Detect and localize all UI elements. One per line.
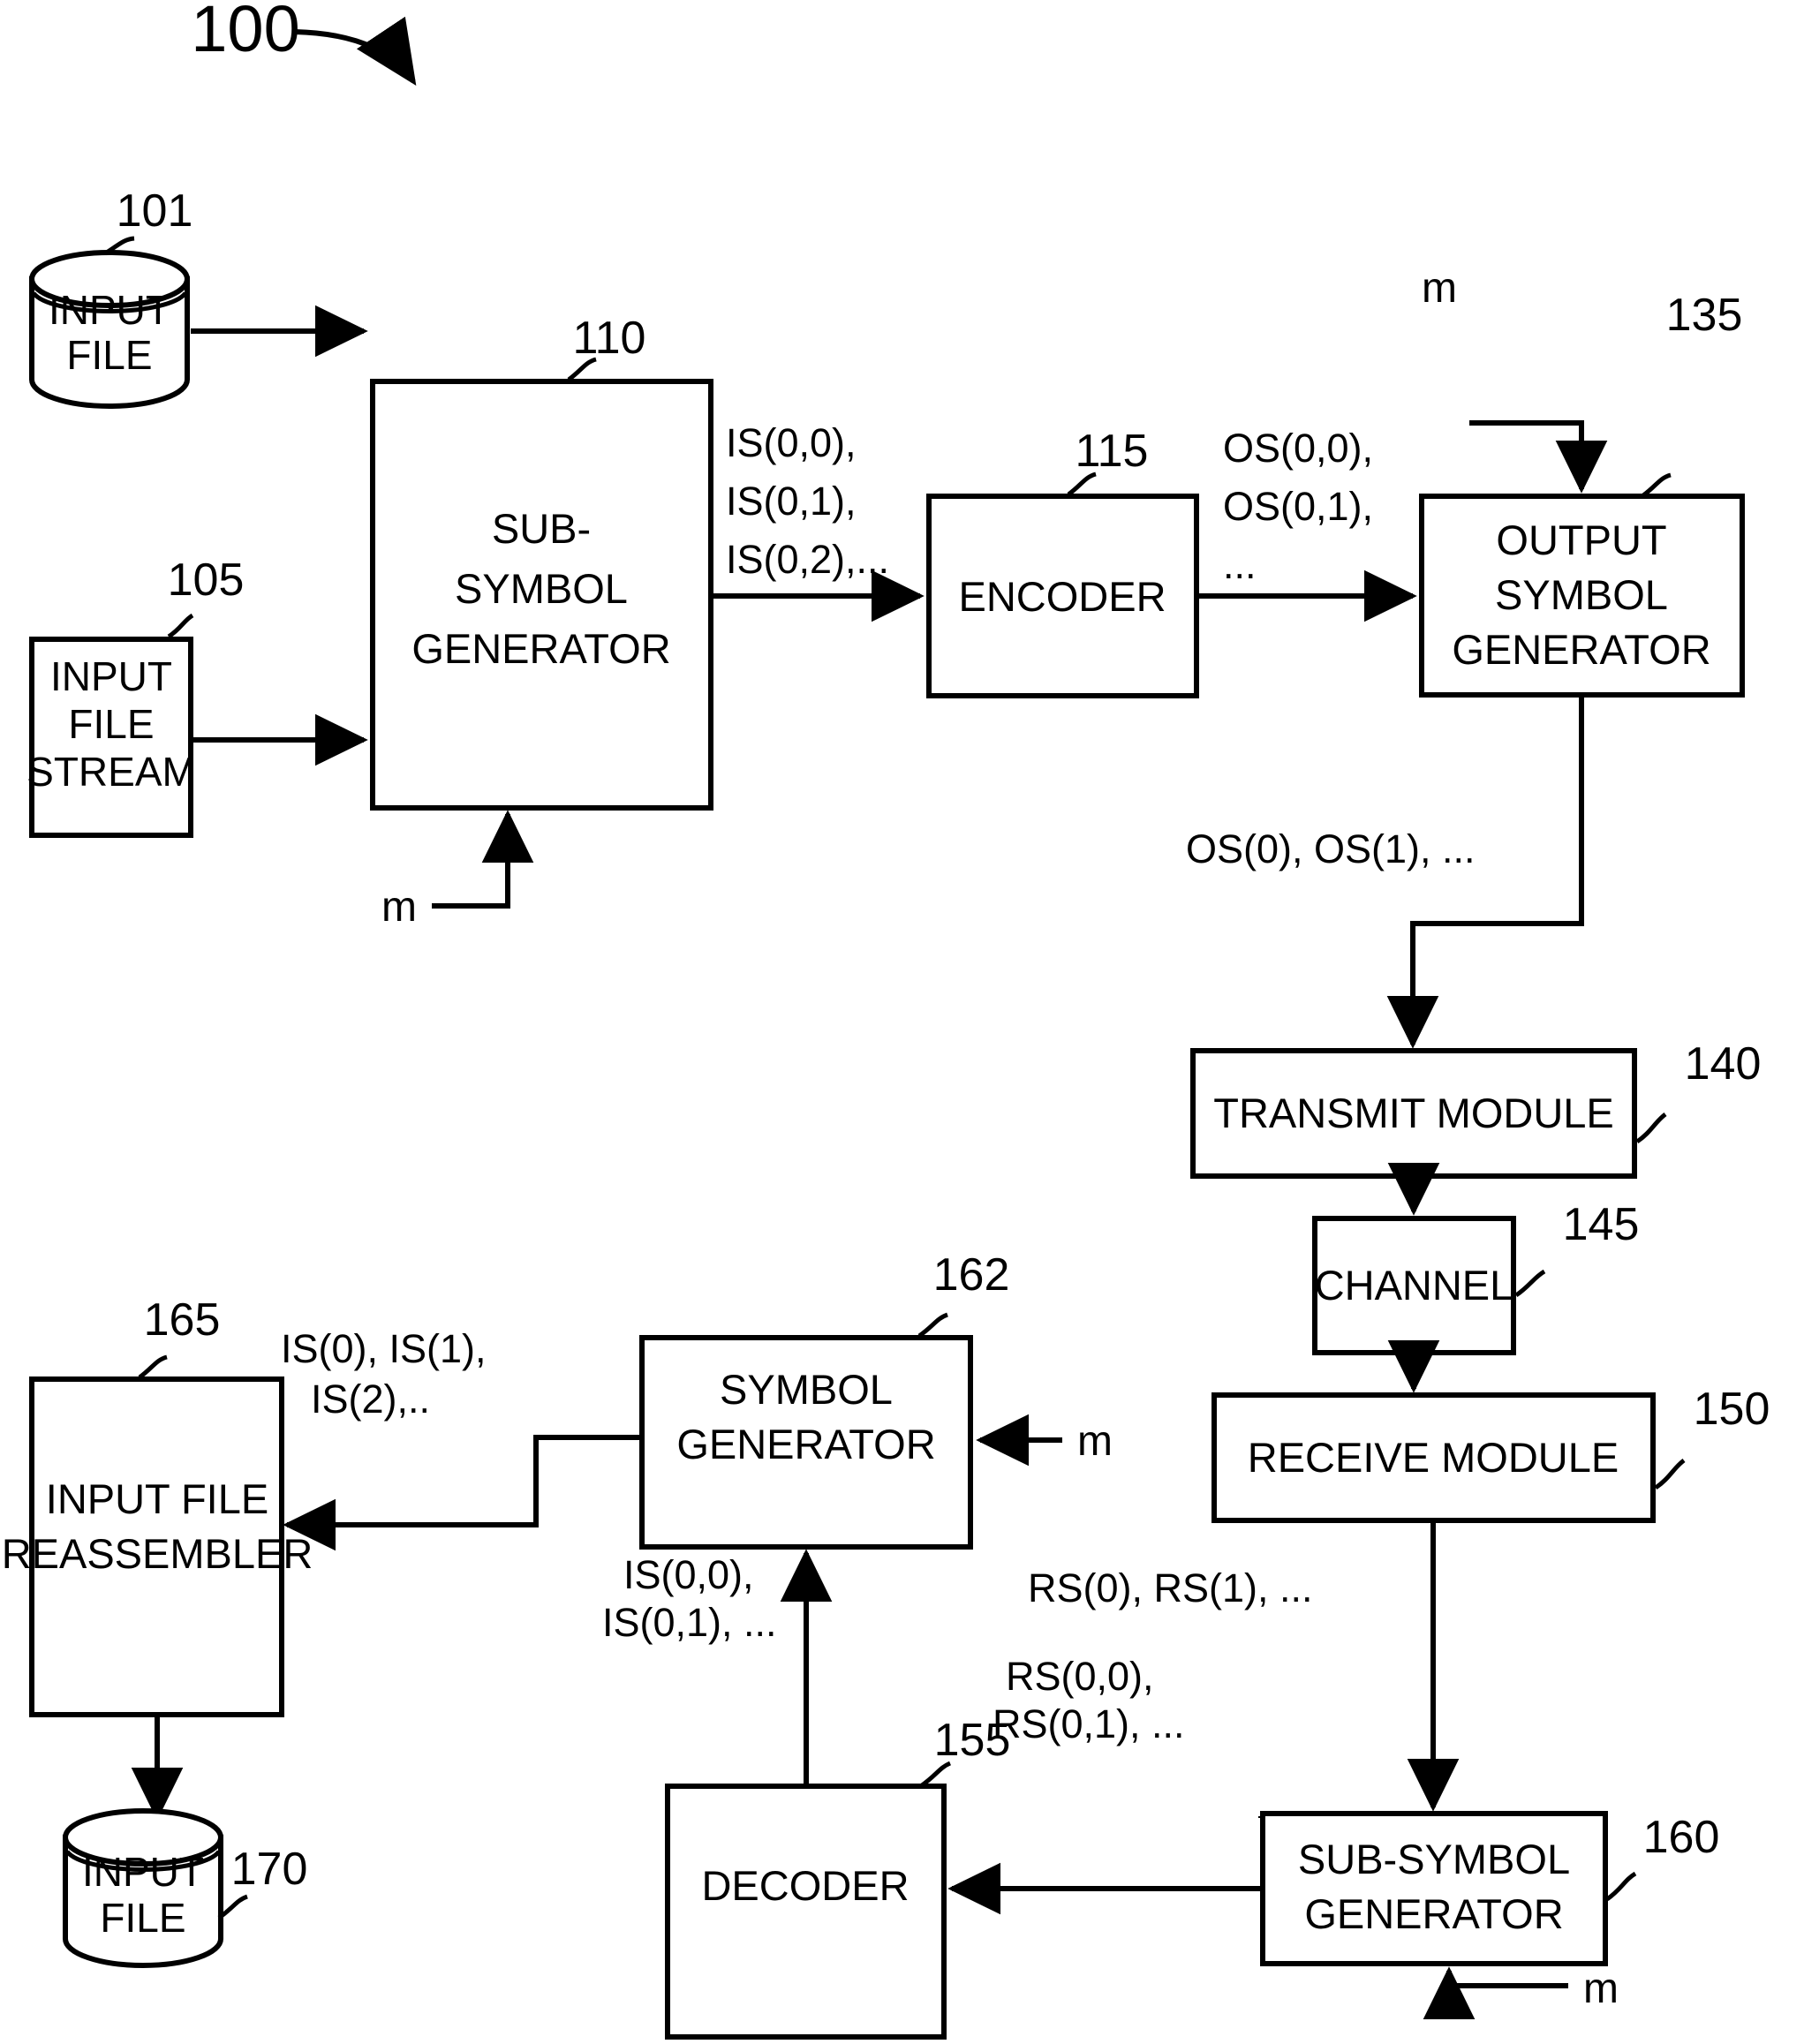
signal-label-rs-stream: RS(0), RS(1), ... — [1028, 1565, 1313, 1610]
node-label-input-file-bottom-line1: INPUT — [82, 1849, 204, 1895]
signal-label-os-sub-line3: ... — [1223, 542, 1257, 587]
node-label-outputsymbolgen-line3: GENERATOR — [1452, 626, 1710, 673]
signal-label-rs-sub-line1: RS(0,0), — [1006, 1654, 1154, 1699]
signal-label-is-sub-rx-line2: IS(0,1), ... — [602, 1600, 777, 1645]
node-label-outputsymbolgen-line2: SYMBOL — [1495, 571, 1668, 618]
node-label-outputsymbolgen-line1: OUTPUT — [1496, 517, 1666, 563]
signal-label-m-subsymbolgen: m — [381, 884, 417, 931]
ref-number-155: 155 — [934, 1715, 1011, 1766]
leader-140 — [1635, 1113, 1667, 1144]
signal-label-is-sub-tx-line2: IS(0,1), — [726, 479, 857, 524]
node-label-input-file-stream-line1: INPUT — [50, 653, 172, 699]
leader-115 — [1067, 471, 1097, 497]
ref-number-101: 101 — [117, 185, 193, 237]
node-label-input-file-bottom-line2: FILE — [100, 1895, 185, 1941]
figure-pointer-arrow — [294, 16, 417, 86]
node-label-subsymbolgen-rx-line1: SUB-SYMBOL — [1298, 1836, 1570, 1882]
signal-label-m-outputsymbolgen: m — [1422, 265, 1457, 312]
signal-label-is-sub-tx-line3: IS(0,2),... — [726, 537, 889, 582]
signal-label-is-sub-rx-line1: IS(0,0), — [623, 1552, 754, 1597]
node-label-encoder: ENCODER — [958, 573, 1166, 620]
node-label-subsymbolgen-line1: SUB- — [492, 505, 591, 552]
signal-label-is-stream-line2: IS(2),.. — [311, 1376, 430, 1422]
node-label-symbolgen-line2: GENERATOR — [676, 1421, 935, 1467]
ref-number-140: 140 — [1685, 1038, 1762, 1090]
node-label-input-file-top-line1: INPUT — [49, 287, 170, 333]
ref-number-115: 115 — [1076, 426, 1149, 477]
ref-number-170: 170 — [231, 1844, 308, 1895]
signal-label-os-stream: OS(0), OS(1), ... — [1186, 826, 1476, 871]
edge-m-to-outputsymbolgen — [1469, 420, 1608, 494]
leader-105 — [167, 613, 194, 639]
signal-label-m-subsymbolgen-rx: m — [1583, 1965, 1619, 2012]
node-label-receive-module: RECEIVE MODULE — [1248, 1434, 1619, 1481]
node-label-channel: CHANNEL — [1315, 1262, 1513, 1309]
diagram-canvas: 100 INPUT FILE 101 INPUT FILE STREAM 105… — [2, 0, 1770, 2040]
signal-label-m-symbolgen: m — [1077, 1418, 1113, 1465]
leader-160 — [1605, 1871, 1637, 1902]
node-label-subsymbolgen-line2: SYMBOL — [455, 565, 628, 612]
ref-number-135: 135 — [1666, 290, 1743, 341]
ref-number-110: 110 — [573, 313, 646, 364]
node-label-input-file-top-line2: FILE — [66, 332, 152, 378]
edge-m-to-subsymbolgen — [432, 810, 534, 909]
ref-number-165: 165 — [144, 1294, 221, 1346]
ref-number-150: 150 — [1694, 1384, 1770, 1435]
node-decoder — [665, 1784, 947, 2040]
node-label-subsymbolgen-rx-line2: GENERATOR — [1304, 1890, 1563, 1937]
node-label-transmit-module: TRANSMIT MODULE — [1213, 1090, 1614, 1136]
node-label-input-file-stream-line2: FILE — [68, 701, 154, 747]
leader-165 — [138, 1354, 168, 1380]
edge-m-to-subsymbolgen-rx — [1423, 1966, 1568, 2020]
signal-label-os-sub-line1: OS(0,0), — [1223, 426, 1373, 471]
leader-162 — [917, 1312, 948, 1339]
node-label-symbolgen-line1: SYMBOL — [720, 1366, 893, 1413]
ref-number-145: 145 — [1563, 1199, 1640, 1250]
node-label-reassembler-line1: INPUT FILE — [46, 1475, 268, 1522]
signal-label-is-sub-tx-line1: IS(0,0), — [726, 420, 857, 465]
node-label-subsymbolgen-line3: GENERATOR — [411, 625, 670, 672]
ref-number-160: 160 — [1643, 1812, 1720, 1863]
edge-symbolgen-to-reassembler — [283, 1435, 640, 1551]
signal-label-os-sub-line2: OS(0,1), — [1223, 484, 1373, 529]
node-label-reassembler-line2: REASSEMBLER — [2, 1530, 313, 1577]
signal-label-rs-sub-line2: RS(0,1), ... — [993, 1701, 1185, 1746]
patent-figure-100: 100 INPUT FILE 101 INPUT FILE STREAM 105… — [0, 0, 1804, 2044]
signal-label-is-stream-line1: IS(0), IS(1), — [281, 1326, 487, 1371]
leader-135 — [1642, 472, 1672, 498]
leader-145 — [1514, 1269, 1546, 1298]
leader-155 — [920, 1761, 952, 1788]
leader-150 — [1654, 1459, 1686, 1490]
node-label-input-file-stream-line3: STREAM — [26, 749, 196, 795]
ref-number-162: 162 — [933, 1249, 1010, 1301]
node-label-decoder: DECODER — [701, 1862, 909, 1909]
figure-number: 100 — [191, 0, 299, 65]
ref-number-105: 105 — [168, 554, 245, 606]
